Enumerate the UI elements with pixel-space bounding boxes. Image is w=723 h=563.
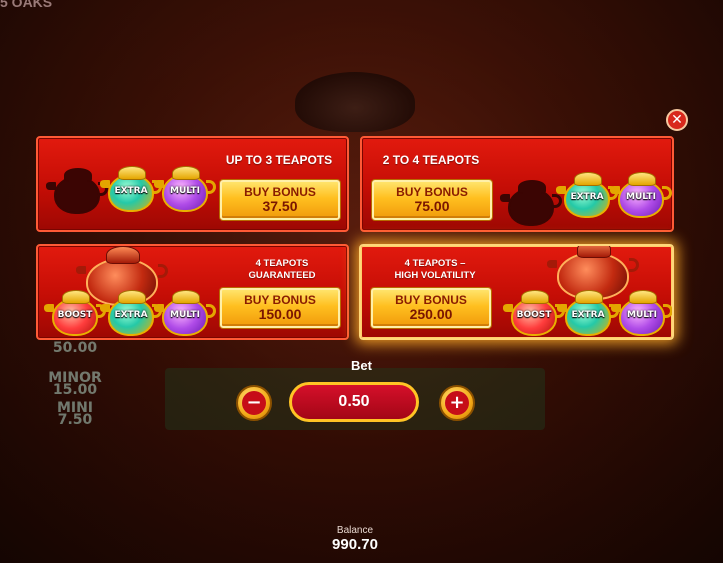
balance-value: 990.70 <box>332 536 378 553</box>
bonus-card-2-to-4: 2 TO 4 TEAPOTS BUY BONUS 75.00 EXTRA MUL… <box>360 136 674 232</box>
buy-bonus-button[interactable]: BUY BONUS 75.00 <box>372 180 492 220</box>
buy-bonus-button[interactable]: BUY BONUS 37.50 <box>220 180 340 220</box>
balance-label: Balance <box>336 525 374 536</box>
bet-increase-button[interactable]: + <box>439 385 475 421</box>
card-title: UP TO 3 TEAPOTS <box>225 153 333 167</box>
jackpot-minor-value: 15.00 <box>52 382 98 398</box>
background-teapot <box>295 72 415 132</box>
teapot-multi-icon: MULTI <box>154 164 216 212</box>
card-title: 2 TO 4 TEAPOTS <box>382 153 480 167</box>
bonus-card-up-to-3: EXTRA MULTI UP TO 3 TEAPOTS BUY BONUS 37… <box>36 136 349 232</box>
bonus-card-high-volatility: 4 TEAPOTS – HIGH VOLATILITY BUY BONUS 25… <box>359 244 674 340</box>
close-button[interactable]: ✕ <box>666 109 688 131</box>
teapot-boost-icon: BOOST <box>503 288 565 336</box>
card-title: 4 TEAPOTS GUARANTEED <box>248 258 316 281</box>
buy-bonus-price: 250.00 <box>409 306 453 322</box>
card-title: 4 TEAPOTS – HIGH VOLATILITY <box>394 258 476 281</box>
teapot-silhouette-icon <box>500 178 562 226</box>
bet-value-display: 0.50 <box>289 382 419 422</box>
teapot-silhouette-icon <box>46 166 108 214</box>
teapot-extra-icon: EXTRA <box>100 288 162 336</box>
bet-decrease-button[interactable]: − <box>236 385 272 421</box>
buy-bonus-price: 75.00 <box>414 198 450 214</box>
buy-bonus-button[interactable]: BUY BONUS 150.00 <box>220 288 340 328</box>
game-title-fragment: 5 OAKS <box>0 0 53 10</box>
teapot-boost-icon: BOOST <box>44 288 106 336</box>
teapot-extra-icon: EXTRA <box>556 170 618 218</box>
buy-bonus-button[interactable]: BUY BONUS 250.00 <box>371 288 491 328</box>
teapot-multi-icon: MULTI <box>154 288 216 336</box>
teapot-multi-icon: MULTI <box>610 170 672 218</box>
bet-label: Bet <box>351 358 372 373</box>
teapot-extra-icon: EXTRA <box>557 288 619 336</box>
jackpot-mini-value: 7.50 <box>57 412 93 428</box>
teapot-extra-icon: EXTRA <box>100 164 162 212</box>
teapot-multi-icon: MULTI <box>611 288 672 336</box>
minus-icon: − <box>242 391 266 415</box>
plus-icon: + <box>445 391 469 415</box>
jackpot-major-value: 50.00 <box>52 340 98 356</box>
buy-bonus-price: 150.00 <box>258 306 302 322</box>
buy-bonus-price: 37.50 <box>262 198 298 214</box>
bonus-card-4-guaranteed: BOOST EXTRA MULTI 4 TEAPOTS GUARANTEED B… <box>36 244 349 340</box>
